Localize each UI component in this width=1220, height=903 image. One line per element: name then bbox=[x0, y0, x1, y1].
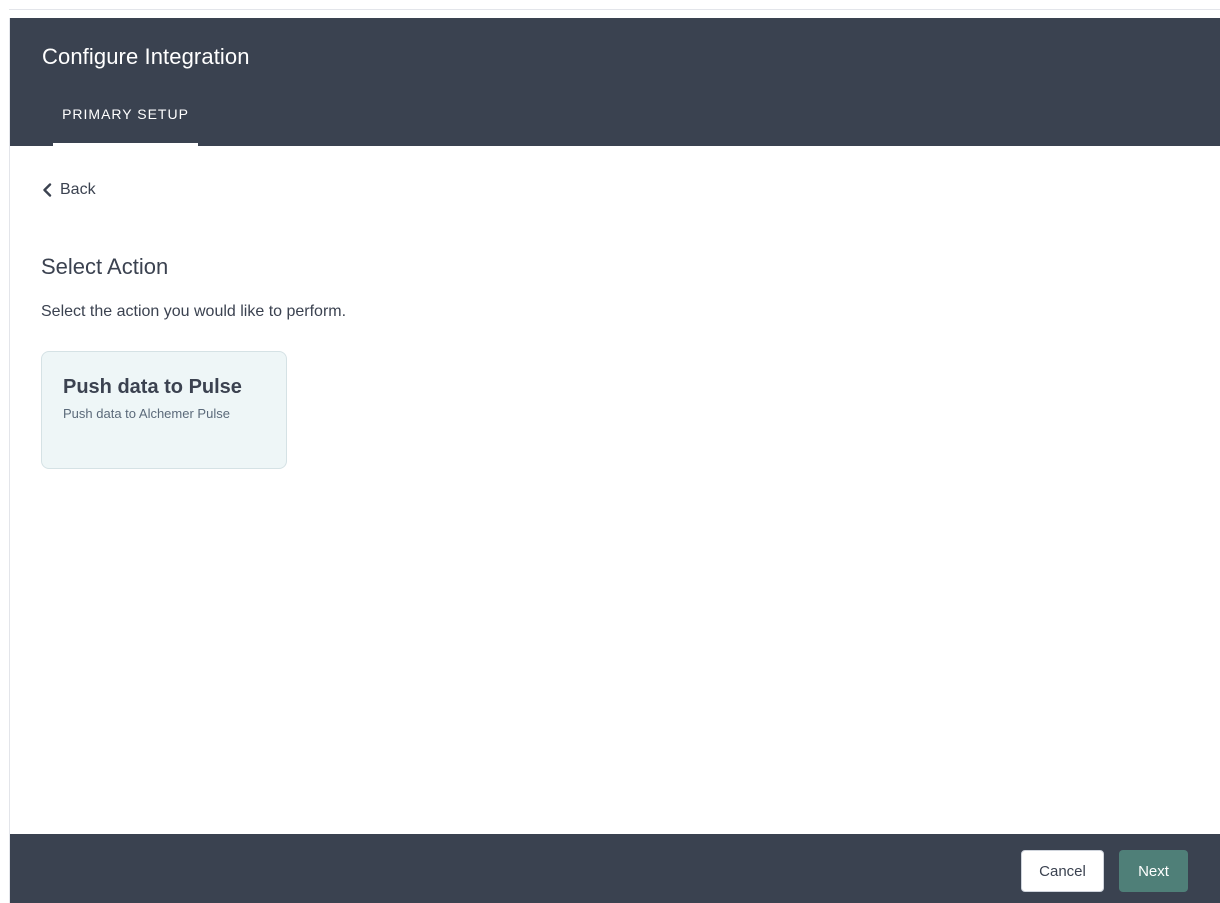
dialog-footer: Cancel Next bbox=[10, 834, 1220, 903]
back-label: Back bbox=[60, 181, 96, 198]
configure-integration-dialog: Configure Integration PRIMARY SETUP Back… bbox=[9, 18, 1220, 903]
back-button[interactable]: Back bbox=[42, 178, 96, 202]
action-card-subtitle: Push data to Alchemer Pulse bbox=[63, 406, 230, 421]
next-button[interactable]: Next bbox=[1119, 850, 1188, 892]
page-top-border bbox=[9, 9, 1220, 10]
dialog-header: Configure Integration PRIMARY SETUP bbox=[10, 18, 1220, 146]
chevron-left-icon bbox=[43, 183, 52, 197]
action-card-push-data-to-pulse[interactable]: Push data to Pulse Push data to Alchemer… bbox=[41, 351, 287, 469]
section-title: Select Action bbox=[41, 254, 169, 279]
cancel-button[interactable]: Cancel bbox=[1021, 850, 1104, 892]
dialog-title: Configure Integration bbox=[42, 44, 250, 69]
active-tab-indicator bbox=[53, 143, 198, 146]
tab-primary-setup-label: PRIMARY SETUP bbox=[62, 106, 189, 122]
action-card-title: Push data to Pulse bbox=[63, 376, 242, 398]
tab-primary-setup[interactable]: PRIMARY SETUP bbox=[53, 97, 198, 146]
section-description: Select the action you would like to perf… bbox=[41, 303, 347, 320]
